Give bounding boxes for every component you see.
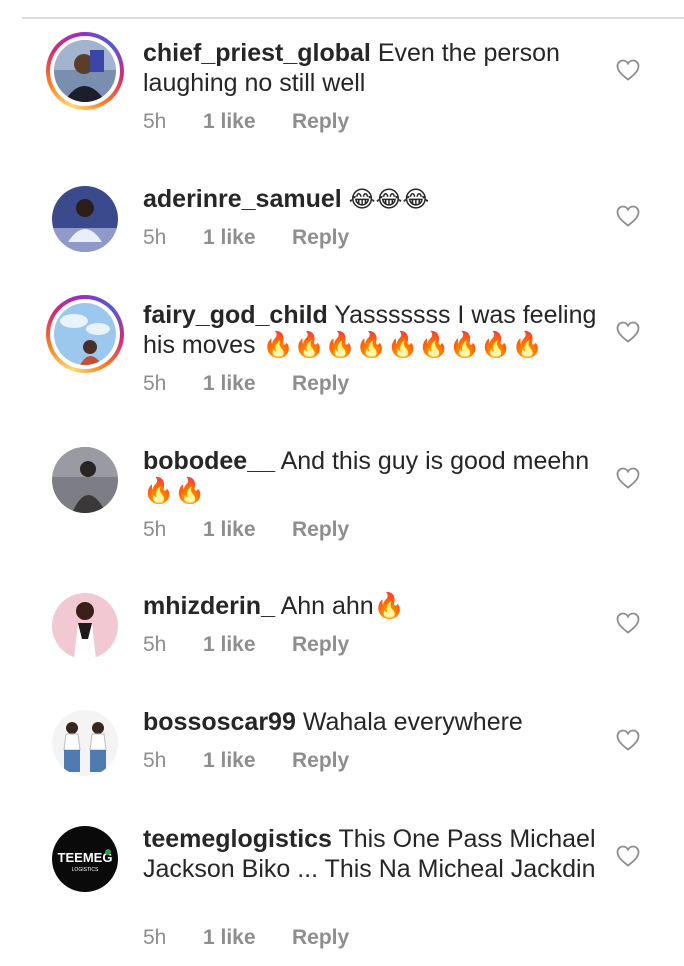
comment-text: aderinre_samuel 😂😂😂	[143, 184, 603, 214]
comment-username[interactable]: aderinre_samuel	[143, 185, 342, 213]
avatar-frame[interactable]	[46, 180, 124, 258]
comment-username[interactable]: bobodee__	[143, 447, 275, 475]
avatar-logo-sub: LOGISTICS	[72, 867, 99, 873]
reply-button[interactable]: Reply	[292, 371, 349, 397]
avatar-logo: TEEMEG	[58, 850, 113, 865]
avatar-frame[interactable]	[46, 704, 124, 782]
comment-text: chief_priest_global Even the person laug…	[143, 38, 603, 98]
comment-time: 5h	[143, 749, 167, 772]
top-divider	[22, 17, 684, 19]
reply-button[interactable]: Reply	[292, 748, 349, 774]
comment-time: 5h	[143, 926, 167, 949]
comment-time: 5h	[143, 633, 167, 656]
comment-time: 5h	[143, 518, 167, 541]
comment-likes[interactable]: 1 like	[203, 371, 256, 397]
comment-likes[interactable]: 1 like	[203, 225, 256, 251]
comment-time: 5h	[143, 226, 167, 249]
comment-body: Wahala everywhere	[302, 708, 523, 736]
avatar[interactable]	[54, 40, 116, 102]
comment-text: teemeglogistics This One Pass Michael Ja…	[143, 824, 603, 884]
comment-username[interactable]: teemeglogistics	[143, 825, 332, 853]
heart-outline-icon[interactable]	[616, 845, 640, 867]
comment-time: 5h	[143, 110, 167, 133]
heart-outline-icon[interactable]	[616, 729, 640, 751]
avatar-frame[interactable]	[46, 441, 124, 519]
avatar[interactable]	[52, 447, 118, 513]
comment-likes[interactable]: 1 like	[203, 632, 256, 658]
avatar[interactable]	[52, 186, 118, 252]
comment-likes[interactable]: 1 like	[203, 925, 256, 951]
comment-username[interactable]: fairy_god_child	[143, 301, 328, 329]
reply-button[interactable]: Reply	[292, 632, 349, 658]
comment-text: fairy_god_child Yasssssss I was feeling …	[143, 300, 603, 360]
heart-outline-icon[interactable]	[616, 321, 640, 343]
avatar-frame[interactable]: TEEMEG LOGISTICS	[46, 820, 124, 898]
reply-button[interactable]: Reply	[292, 517, 349, 543]
reply-button[interactable]: Reply	[292, 109, 349, 135]
comment-likes[interactable]: 1 like	[203, 109, 256, 135]
story-ring[interactable]	[46, 295, 124, 373]
comment-username[interactable]: bossoscar99	[143, 708, 296, 736]
comment-body: Ahn ahn🔥	[280, 592, 405, 620]
avatar[interactable]	[52, 593, 118, 659]
avatar[interactable]	[54, 303, 116, 365]
reply-button[interactable]: Reply	[292, 925, 349, 951]
avatar-frame[interactable]	[46, 587, 124, 665]
comment-body: 😂😂😂	[348, 186, 430, 212]
comment-username[interactable]: mhizderin_	[143, 592, 275, 620]
reply-button[interactable]: Reply	[292, 225, 349, 251]
heart-outline-icon[interactable]	[616, 467, 640, 489]
story-ring[interactable]	[46, 32, 124, 110]
comment-text: mhizderin_ Ahn ahn🔥	[143, 591, 603, 621]
heart-outline-icon[interactable]	[616, 612, 640, 634]
avatar[interactable]	[52, 710, 118, 776]
comment-likes[interactable]: 1 like	[203, 748, 256, 774]
comment-time: 5h	[143, 372, 167, 395]
comment-text: bobodee__ And this guy is good meehn 🔥🔥	[143, 446, 603, 506]
heart-outline-icon[interactable]	[616, 205, 640, 227]
avatar[interactable]: TEEMEG LOGISTICS	[52, 826, 118, 892]
comment-likes[interactable]: 1 like	[203, 517, 256, 543]
comment-text: bossoscar99 Wahala everywhere	[143, 707, 603, 737]
comment-username[interactable]: chief_priest_global	[143, 39, 371, 67]
heart-outline-icon[interactable]	[616, 59, 640, 81]
